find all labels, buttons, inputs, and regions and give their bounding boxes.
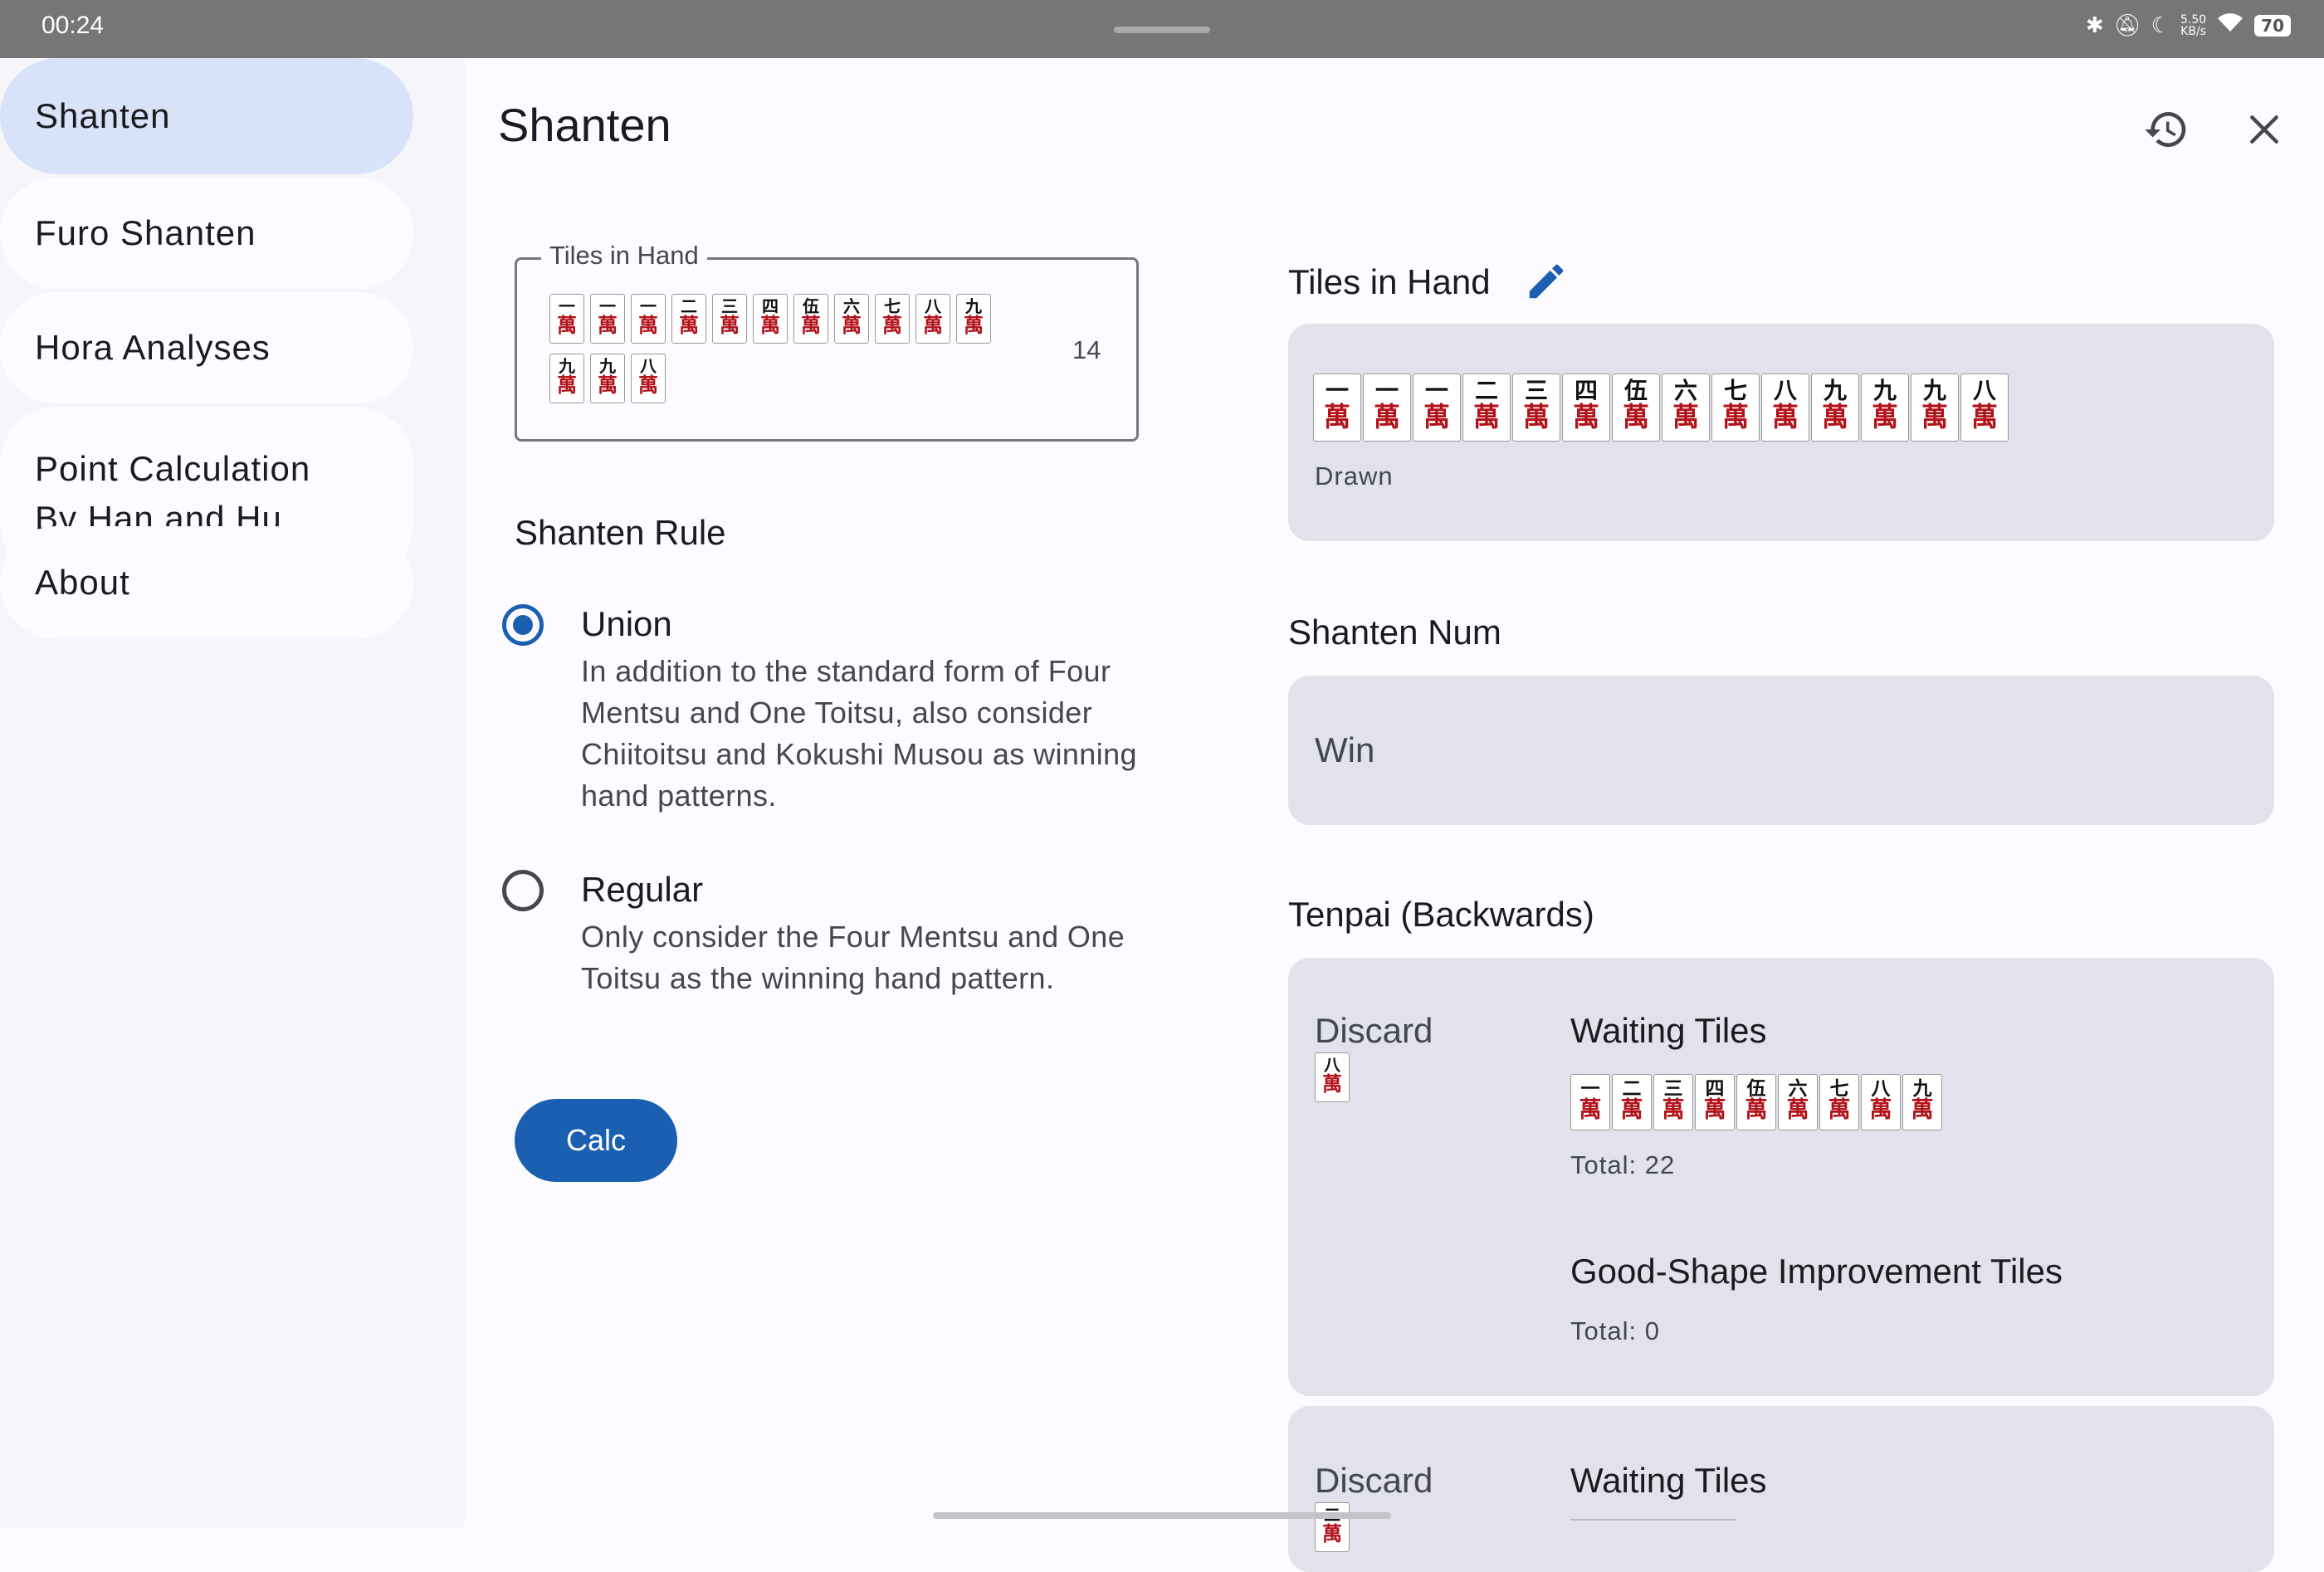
battery-icon: 70 xyxy=(2254,14,2291,37)
waiting-tiles: 一萬二萬三萬四萬伍萬六萬七萬八萬九萬 xyxy=(1570,1074,1942,1130)
tiles-input-label: Tiles in Hand xyxy=(541,241,707,271)
mahjong-tile: 六萬 xyxy=(834,294,869,344)
result-hand-tiles: 一萬一萬一萬二萬三萬四萬伍萬六萬七萬八萬九萬九萬九萬八萬 xyxy=(1313,373,2009,442)
status-icons: ✱ 🔕︎ ☾ 5.50 KB/s 70 xyxy=(2086,12,2291,39)
mahjong-tile: 七萬 xyxy=(1711,373,1760,442)
radio-union[interactable] xyxy=(502,604,544,646)
mahjong-tile: 一萬 xyxy=(631,294,666,344)
mahjong-tile: 二萬 xyxy=(1462,373,1511,442)
radio-regular[interactable] xyxy=(502,870,544,911)
mahjong-tile: 一萬 xyxy=(590,294,625,344)
wifi-icon xyxy=(2216,12,2244,39)
good-shape-title: Good-Shape Improvement Tiles xyxy=(1570,1252,2063,1291)
net-speed: 5.50 KB/s xyxy=(2180,12,2207,38)
result-hand-card: 一萬一萬一萬二萬三萬四萬伍萬六萬七萬八萬九萬九萬九萬八萬 Drawn xyxy=(1288,324,2274,541)
status-time: 00:24 xyxy=(42,12,105,39)
shanten-value: Win xyxy=(1315,730,1375,769)
mahjong-tile: 六萬 xyxy=(1778,1074,1818,1130)
option-regular-label[interactable]: Regular xyxy=(581,870,703,910)
discard-tile: 八萬 xyxy=(1315,1052,1350,1102)
option-regular-desc: Only consider the Four Mentsu and One To… xyxy=(581,920,1125,995)
sidebar-item-hora-analyses[interactable]: Hora Analyses xyxy=(0,292,413,403)
mahjong-tile: 三萬 xyxy=(1653,1074,1693,1130)
discard-tile: 二萬 xyxy=(1315,1502,1350,1552)
waiting-tiles-partial xyxy=(1570,1519,1736,1529)
rule-title: Shanten Rule xyxy=(515,513,726,552)
mahjong-tile: 九萬 xyxy=(590,354,625,403)
sidebar: Shanten Furo Shanten Hora Analyses Point… xyxy=(0,58,465,1527)
mahjong-tile: 九萬 xyxy=(1911,373,1959,442)
mahjong-tile: 二萬 xyxy=(671,294,706,344)
tenpai-title: Tenpai (Backwards) xyxy=(1288,895,1594,934)
bluetooth-icon: ✱ xyxy=(2085,12,2104,38)
pencil-icon xyxy=(1529,264,1564,299)
mahjong-tile: 四萬 xyxy=(1562,373,1610,442)
mahjong-tile: 一萬 xyxy=(1363,373,1411,442)
discard-label: Discard xyxy=(1315,1011,1433,1050)
shanten-num-title: Shanten Num xyxy=(1288,613,1501,652)
status-bar: 00:24 ✱ 🔕︎ ☾ 5.50 KB/s 70 xyxy=(0,0,2324,58)
sidebar-item-about[interactable]: About xyxy=(0,526,413,639)
waiting-total: Total: 22 xyxy=(1570,1150,1676,1179)
mahjong-tile: 八萬 xyxy=(1861,1074,1901,1130)
status-pill xyxy=(1114,27,1210,33)
sidebar-item-furo-shanten[interactable]: Furo Shanten xyxy=(0,178,413,289)
sidebar-item-label: Shanten xyxy=(35,96,171,135)
mahjong-tile: 一萬 xyxy=(1313,373,1361,442)
option-union-desc: In addition to the standard form of Four… xyxy=(581,654,1137,813)
drawn-label: Drawn xyxy=(1315,461,1394,491)
mahjong-tile: 伍萬 xyxy=(1736,1074,1776,1130)
mahjong-tile: 三萬 xyxy=(1512,373,1560,442)
mahjong-tile: 八萬 xyxy=(915,294,950,344)
tenpai-group: Discard 二萬 Waiting Tiles xyxy=(1288,1406,2274,1572)
waiting-title: Waiting Tiles xyxy=(1570,1011,1767,1050)
edit-button[interactable] xyxy=(1524,259,1569,308)
close-icon xyxy=(2250,115,2278,144)
mute-icon: 🔕︎ xyxy=(2113,12,2141,38)
tiles-count: 14 xyxy=(1072,335,1101,364)
mahjong-tile: 九萬 xyxy=(1861,373,1909,442)
sidebar-item-label: About xyxy=(35,563,130,602)
page-title: Shanten xyxy=(498,99,671,151)
home-indicator xyxy=(933,1512,1391,1519)
mahjong-tile: 四萬 xyxy=(753,294,788,344)
mahjong-tile: 九萬 xyxy=(549,354,584,403)
mahjong-tile: 二萬 xyxy=(1612,1074,1652,1130)
mahjong-tile: 四萬 xyxy=(1695,1074,1735,1130)
option-union-label[interactable]: Union xyxy=(581,604,672,644)
mahjong-tile: 三萬 xyxy=(712,294,747,344)
good-shape-total: Total: 0 xyxy=(1570,1316,1660,1345)
mahjong-tile: 七萬 xyxy=(1819,1074,1859,1130)
mahjong-tile: 一萬 xyxy=(549,294,584,344)
mahjong-tile: 一萬 xyxy=(1413,373,1461,442)
discard-label: Discard xyxy=(1315,1461,1433,1500)
mahjong-tile: 九萬 xyxy=(956,294,991,344)
mahjong-tile: 六萬 xyxy=(1662,373,1710,442)
calc-button[interactable]: Calc xyxy=(515,1099,677,1182)
mahjong-tile: 一萬 xyxy=(1570,1074,1610,1130)
history-button[interactable] xyxy=(2136,100,2196,159)
mahjong-tile: 九萬 xyxy=(1811,373,1859,442)
mahjong-tile: 七萬 xyxy=(875,294,910,344)
mahjong-tile: 伍萬 xyxy=(1612,373,1660,442)
tenpai-group: Discard 八萬 Waiting Tiles 一萬二萬三萬四萬伍萬六萬七萬八… xyxy=(1288,958,2274,1396)
sidebar-item-shanten[interactable]: Shanten xyxy=(0,58,413,174)
mahjong-tile: 八萬 xyxy=(1761,373,1809,442)
moon-icon: ☾ xyxy=(2151,12,2170,38)
mahjong-tile: 八萬 xyxy=(631,354,666,403)
close-button[interactable] xyxy=(2234,100,2294,159)
sidebar-item-label: Hora Analyses xyxy=(35,328,271,367)
history-icon xyxy=(2145,112,2186,147)
sidebar-item-label: Furo Shanten xyxy=(35,213,256,252)
mahjong-tile: 九萬 xyxy=(1902,1074,1942,1130)
shanten-num-card: Win xyxy=(1288,676,2274,825)
tiles-input-tiles: 一萬一萬一萬二萬三萬四萬伍萬六萬七萬八萬九萬九萬九萬八萬 xyxy=(549,294,1014,413)
mahjong-tile: 八萬 xyxy=(1960,373,2009,442)
mahjong-tile: 伍萬 xyxy=(793,294,828,344)
waiting-title: Waiting Tiles xyxy=(1570,1461,1767,1500)
result-hand-title: Tiles in Hand xyxy=(1288,262,1491,301)
